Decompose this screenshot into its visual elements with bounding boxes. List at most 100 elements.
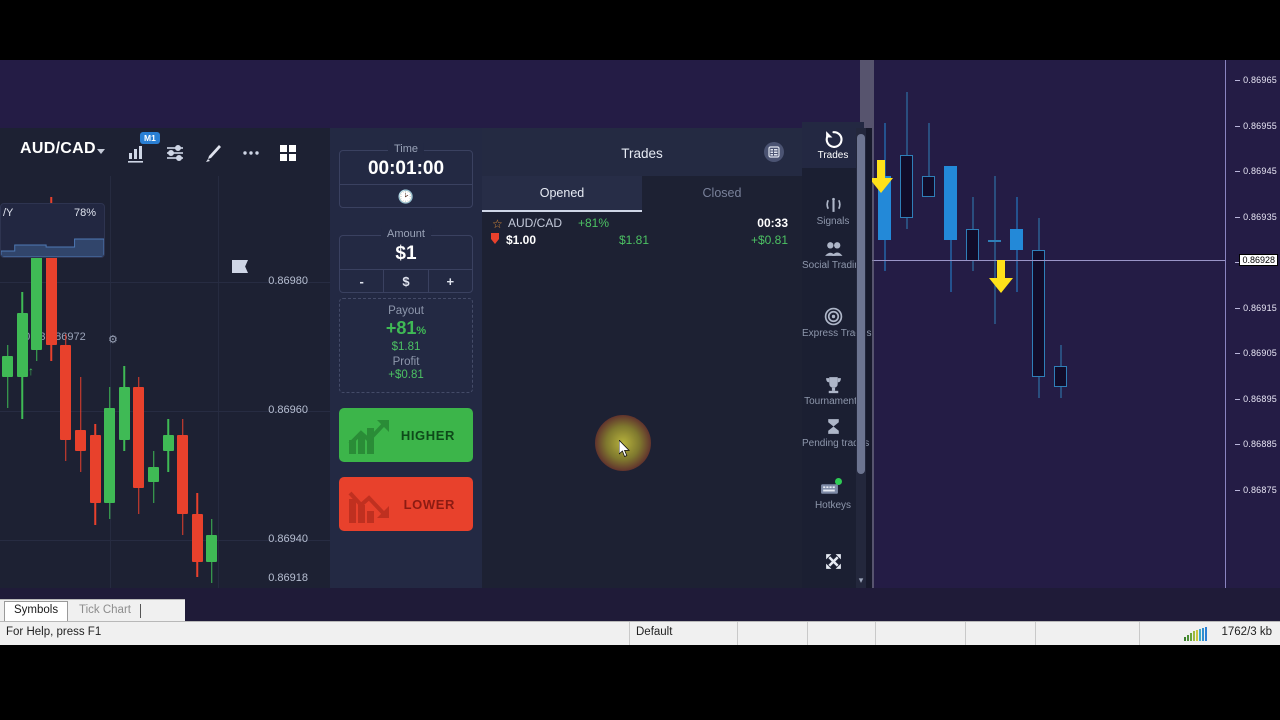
tab-closed[interactable]: Closed	[642, 176, 802, 212]
status-cell-6	[966, 622, 1036, 646]
sidebar-item-hotkeys[interactable]: Hotkeys	[802, 472, 864, 518]
sidebar-item-pending-trades[interactable]: Pending trades	[802, 410, 869, 456]
mt4-candle	[922, 60, 935, 588]
candle	[191, 128, 203, 588]
tab-opened[interactable]: Opened	[482, 176, 642, 212]
candle-body	[944, 165, 957, 240]
candle-body	[60, 345, 72, 441]
social-trading-icon	[802, 238, 864, 258]
clock-icon[interactable]: 🕑	[340, 185, 472, 209]
chart-price-tick: 0.86918	[268, 572, 308, 584]
trades-tab-bar[interactable]: Opened Closed	[482, 176, 802, 212]
sidebar-item-history[interactable]: Trades	[802, 122, 864, 169]
sidebar-item-fullscreen[interactable]	[802, 545, 864, 577]
sidebar-item-social-trading[interactable]: Social Trading	[802, 232, 865, 278]
more-icon[interactable]	[240, 142, 262, 164]
grid-icon[interactable]	[277, 142, 299, 164]
trades-title: Trades	[621, 146, 663, 161]
star-icon[interactable]: ☆	[492, 217, 503, 231]
status-cell-7	[1036, 622, 1140, 646]
mt4-price-tick: 0.86915	[1235, 302, 1277, 313]
candle-body	[177, 434, 189, 515]
mt4-price-tick: 0.86905	[1235, 348, 1277, 358]
candle	[177, 128, 189, 588]
candle	[45, 128, 57, 588]
candle-wick	[994, 176, 995, 324]
mt4-price-axis: 0.869650.869550.869450.869350.869250.869…	[1225, 60, 1280, 588]
status-cell-5	[876, 622, 966, 646]
lower-button[interactable]: LOWER	[339, 477, 473, 531]
mt4-price-tick: 0.86885	[1235, 439, 1277, 449]
candle-body	[900, 155, 913, 219]
chart-gridline-v	[218, 176, 219, 588]
mt4-candle	[1032, 60, 1045, 588]
candle	[206, 128, 218, 588]
signal-bars-icon	[1184, 627, 1207, 641]
expiry-time-value[interactable]: 00:01:00	[340, 158, 472, 180]
candle	[2, 128, 13, 588]
amount-fieldset: Amount $1 - $ +	[339, 228, 473, 293]
fullscreen-icon	[802, 551, 864, 571]
mt4-tab-bar[interactable]: Symbols Tick Chart	[0, 599, 185, 622]
trade-countdown: 00:33	[757, 216, 788, 230]
mt4-candle	[878, 60, 891, 588]
payout-box: Payout +81% $1.81 Profit +$0.81	[339, 298, 473, 393]
candle	[148, 128, 159, 588]
scrollbar-thumb[interactable]	[857, 134, 865, 474]
lower-button-label: LOWER	[403, 496, 455, 512]
trade-profit: +$0.81	[750, 233, 788, 247]
sell-arrow-down-icon	[989, 260, 1013, 293]
sidebar-item-label: Trades	[817, 150, 849, 162]
candle	[133, 128, 145, 588]
mt4-candle	[1054, 60, 1067, 588]
mt4-candle	[944, 60, 957, 588]
mt4-tab-tick-chart[interactable]: Tick Chart	[70, 602, 140, 621]
higher-button[interactable]: HIGHER	[339, 408, 473, 462]
amount-increment-button[interactable]: +	[427, 270, 472, 293]
amount-legend: Amount	[381, 228, 431, 240]
mt4-candle	[988, 60, 1001, 588]
mt4-current-price-label: 0.86928	[1239, 254, 1278, 266]
candle-body	[2, 355, 13, 377]
candle	[60, 128, 72, 588]
sidebar-item-label: Tournaments	[804, 396, 862, 408]
letterbox-bottom	[0, 645, 1280, 720]
mt4-profile-label: Default	[636, 626, 673, 638]
chart-panel: AUD/CAD M1 ⚙ 0.86980 0.86960 0.86940 0.8…	[0, 128, 330, 588]
payout-percent: +81%	[340, 318, 472, 339]
candle-body	[966, 228, 979, 261]
mt4-price-tick: 0.86955	[1235, 120, 1277, 131]
trade-amount: $1.00	[506, 233, 537, 247]
candle-body	[1054, 366, 1067, 388]
trades-header: Trades	[482, 128, 802, 176]
candle-body	[162, 434, 174, 451]
letterbox-top	[0, 0, 1280, 60]
sidebar-scrollbar[interactable]: ▾	[856, 128, 866, 588]
amount-decrement-button[interactable]: -	[340, 270, 383, 293]
mt4-status-bar: For Help, press F1 Default 1762/3 kb	[0, 621, 1280, 646]
currency-button[interactable]: $	[383, 270, 427, 293]
candle-body	[133, 387, 145, 488]
amount-value[interactable]: $1	[340, 243, 472, 265]
chevron-down-icon[interactable]: ▾	[856, 575, 866, 586]
list-icon[interactable]	[764, 142, 784, 162]
sidebar-item-signals[interactable]: Signals	[802, 188, 864, 234]
mt4-price-tick: 0.86895	[1235, 393, 1277, 404]
candle-body	[148, 466, 159, 483]
table-row[interactable]: ☆ AUD/CAD +81% 00:33 $1.00 $1.81 +$0.81	[482, 212, 802, 252]
mt4-tab-symbols[interactable]: Symbols	[4, 601, 69, 622]
candle-wick	[6, 345, 9, 409]
sidebar-item-tournaments[interactable]: Tournaments	[802, 368, 864, 414]
status-cell-3	[738, 622, 808, 646]
candle-body	[191, 514, 203, 562]
sidebar-item-express-trades[interactable]: Express Trades	[802, 300, 872, 346]
mt4-tab-caret	[140, 604, 141, 618]
higher-button-label: HIGHER	[400, 427, 455, 443]
candle-wick	[79, 376, 82, 472]
sidebar-item-label: Express Trades	[802, 328, 872, 340]
asset-card-sparkline	[1, 238, 104, 257]
candle	[89, 128, 101, 588]
payout-percent-value: +81	[385, 318, 417, 338]
asset-card[interactable]: /Y 78%	[0, 203, 105, 258]
express-trades-icon	[802, 306, 864, 326]
